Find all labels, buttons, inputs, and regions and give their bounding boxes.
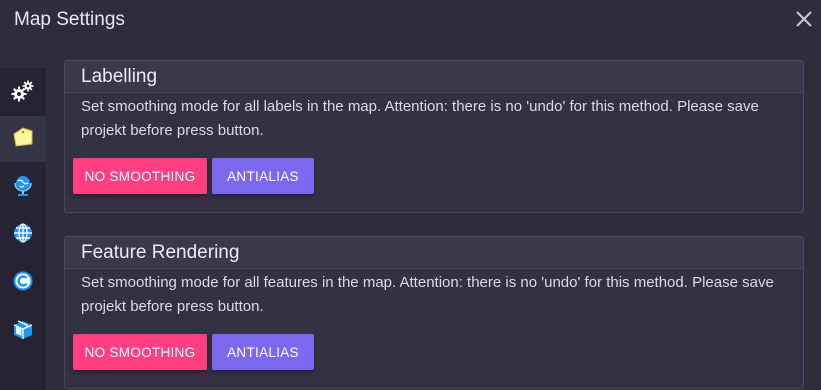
sidebar-item-web[interactable] (0, 212, 46, 258)
sidebar-item-copyright[interactable] (0, 260, 46, 306)
box-icon (11, 317, 35, 346)
labelling-panel-header: Labelling (65, 61, 803, 93)
copyright-icon (11, 269, 35, 298)
feature-rendering-no-smoothing-button[interactable]: NO SMOOTHING (73, 334, 207, 370)
sidebar (0, 68, 46, 390)
sidebar-item-package[interactable] (0, 308, 46, 354)
globe-grid-icon (11, 221, 35, 250)
feature-rendering-antialias-button[interactable]: ANTIALIAS (212, 334, 314, 370)
label-tag-icon (11, 125, 35, 154)
sidebar-item-globe-stand[interactable] (0, 164, 46, 210)
feature-rendering-panel-title: Feature Rendering (81, 242, 240, 263)
labelling-description: Set smoothing mode for all labels in the… (81, 98, 759, 139)
feature-rendering-panel-header: Feature Rendering (65, 237, 803, 269)
globe-stand-icon (11, 173, 35, 202)
labelling-no-smoothing-button[interactable]: NO SMOOTHING (73, 158, 207, 194)
feature-rendering-description: Set smoothing mode for all features in t… (81, 274, 774, 315)
settings-content: Labelling Set smoothing mode for all lab… (46, 42, 821, 390)
sidebar-item-labels[interactable] (0, 116, 46, 162)
feature-rendering-panel: Feature Rendering Set smoothing mode for… (64, 236, 804, 389)
sidebar-item-settings[interactable] (0, 70, 46, 116)
gears-icon (11, 79, 35, 108)
close-icon[interactable] (793, 8, 815, 30)
labelling-panel-title: Labelling (81, 66, 158, 87)
window-title: Map Settings (14, 9, 125, 30)
labelling-panel: Labelling Set smoothing mode for all lab… (64, 60, 804, 213)
title-bar: Map Settings (0, 0, 821, 42)
labelling-antialias-button[interactable]: ANTIALIAS (212, 158, 314, 194)
